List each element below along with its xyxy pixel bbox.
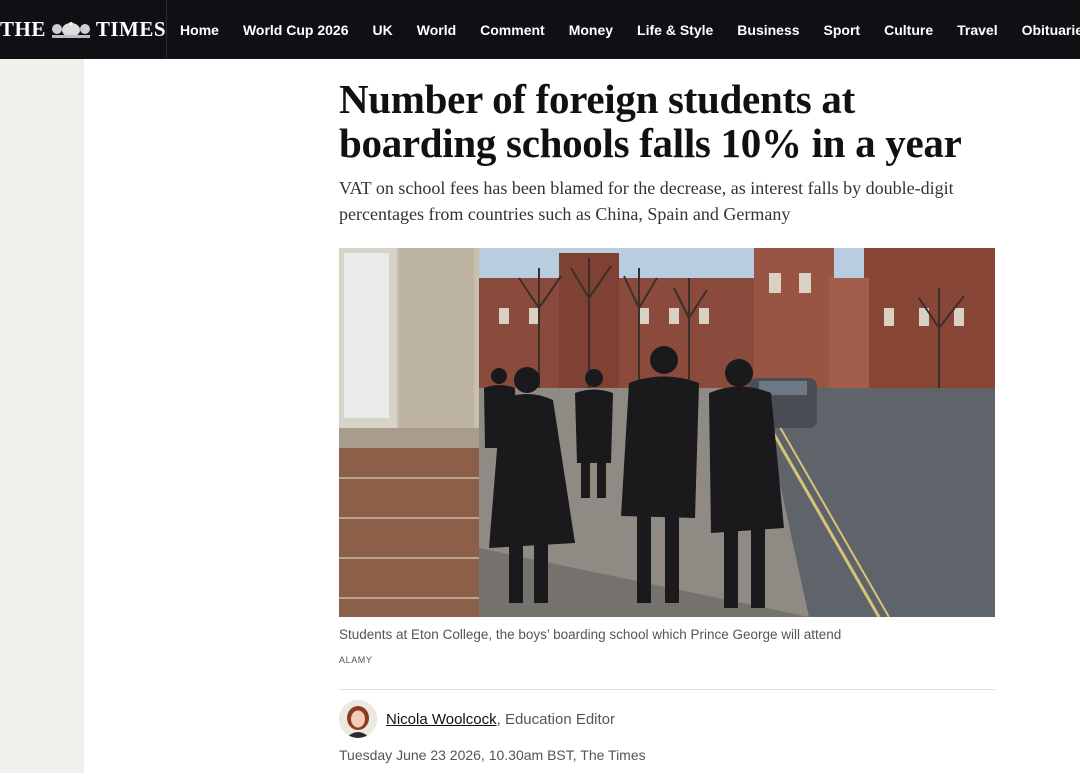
section-nav: Home World Cup 2026 UK World Comment Mon… bbox=[167, 0, 1080, 59]
logo-word-the: THE bbox=[0, 17, 46, 41]
royal-crest-icon bbox=[51, 21, 90, 38]
logo-word-times: TIMES bbox=[95, 17, 167, 41]
author-name-link[interactable]: Nicola Woolcock bbox=[386, 711, 497, 728]
nav-item-sport[interactable]: Sport bbox=[824, 22, 861, 38]
nav-item-home[interactable]: Home bbox=[180, 22, 219, 38]
nav-item-world-cup-2026[interactable]: World Cup 2026 bbox=[243, 22, 349, 38]
article-hero-image[interactable] bbox=[339, 248, 995, 617]
eton-students-photo bbox=[339, 248, 995, 617]
author-text: Nicola Woolcock, Education Editor bbox=[386, 711, 615, 728]
byline-divider bbox=[339, 689, 995, 690]
article-headline: Number of foreign students at boarding s… bbox=[339, 76, 962, 166]
image-caption: Students at Eton College, the boys’ boar… bbox=[339, 627, 842, 642]
nav-item-world[interactable]: World bbox=[417, 22, 456, 38]
author-byline: Nicola Woolcock, Education Editor bbox=[339, 700, 615, 738]
nav-item-uk[interactable]: UK bbox=[373, 22, 393, 38]
nav-item-business[interactable]: Business bbox=[737, 22, 799, 38]
nav-item-obituaries[interactable]: Obituaries bbox=[1022, 22, 1080, 38]
the-times-logo[interactable]: THE TIMES bbox=[0, 0, 168, 59]
nav-item-life-style[interactable]: Life & Style bbox=[637, 22, 713, 38]
nav-item-comment[interactable]: Comment bbox=[480, 22, 545, 38]
article-dateline: Tuesday June 23 2026, 10.30am BST, The T… bbox=[339, 747, 646, 763]
author-role: , Education Editor bbox=[496, 710, 616, 728]
nav-item-travel[interactable]: Travel bbox=[957, 22, 997, 38]
image-credit: ALAMY bbox=[339, 655, 373, 665]
top-navigation-bar: THE TIMES Home World Cup 2026 UK World C… bbox=[0, 0, 1080, 59]
nav-item-money[interactable]: Money bbox=[569, 22, 613, 38]
author-avatar[interactable] bbox=[339, 700, 377, 738]
article-standfirst: VAT on school fees has been blamed for t… bbox=[339, 178, 954, 224]
nav-item-culture[interactable]: Culture bbox=[884, 22, 933, 38]
article-header: Number of foreign students at boarding s… bbox=[339, 77, 999, 227]
left-rail bbox=[0, 59, 84, 773]
author-portrait-icon bbox=[339, 700, 377, 738]
